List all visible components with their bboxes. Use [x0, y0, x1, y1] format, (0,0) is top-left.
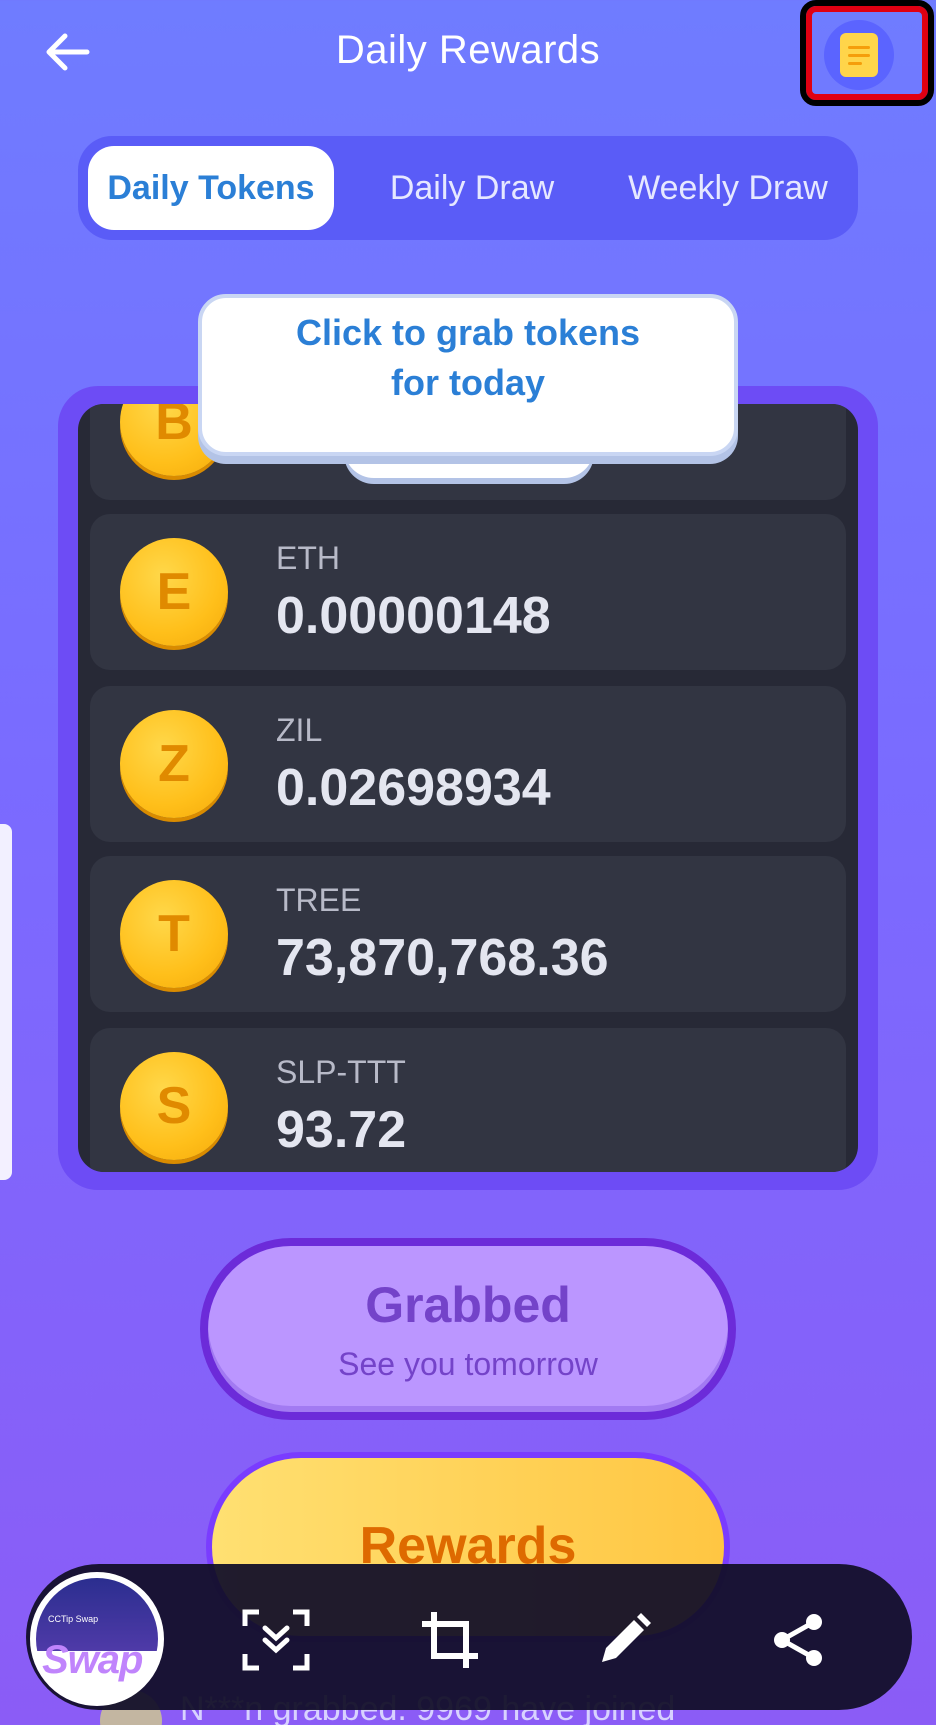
- grabbed-subtitle: See you tomorrow: [338, 1346, 598, 1382]
- token-amount: 0.02698934: [276, 759, 551, 817]
- tab-bar: Daily Tokens Daily Draw Weekly Draw: [78, 136, 858, 240]
- list-item: E ETH 0.00000148: [90, 514, 846, 670]
- page-title: Daily Rewards: [335, 28, 601, 72]
- list-item: T TREE 73,870,768.36: [90, 856, 846, 1012]
- token-amount: 93.72: [276, 1101, 407, 1159]
- thumbnail-caption: CCTip Swap: [48, 1614, 99, 1624]
- menu-button-highlight[interactable]: [800, 0, 934, 106]
- token-symbol: TREE: [276, 882, 362, 918]
- crop-icon: [422, 1612, 478, 1668]
- token-list[interactable]: B 0.0 E ETH 0.00000148 Z ZIL 0.02698934 …: [78, 404, 858, 1172]
- grabbed-title: Grabbed: [365, 1277, 571, 1333]
- token-symbol: SLP-TTT: [276, 1054, 406, 1090]
- list-item: S SLP-TTT 93.72: [90, 1028, 846, 1172]
- tab-weekly-draw[interactable]: Weekly Draw: [608, 146, 848, 230]
- tab-daily-tokens[interactable]: Daily Tokens: [88, 146, 334, 230]
- scroll-capture-icon: [242, 1609, 310, 1671]
- coin-icon: Z: [120, 710, 228, 818]
- scroll-capture-button[interactable]: [236, 1600, 316, 1680]
- grabbed-button[interactable]: Grabbed See you tomorrow: [200, 1238, 736, 1420]
- coin-icon: T: [120, 880, 228, 988]
- tooltip-text: Click to grab tokens for today: [198, 308, 738, 408]
- list-item: Z ZIL 0.02698934: [90, 686, 846, 842]
- coin-icon: S: [120, 1052, 228, 1160]
- token-amount: 0.00000148: [276, 587, 551, 645]
- crop-button[interactable]: [410, 1600, 490, 1680]
- token-list-panel: B 0.0 E ETH 0.00000148 Z ZIL 0.02698934 …: [58, 386, 878, 1190]
- tooltip-line-2: for today: [390, 362, 545, 403]
- share-button[interactable]: [758, 1600, 838, 1680]
- token-symbol: ZIL: [276, 712, 323, 748]
- token-symbol: ETH: [276, 540, 340, 576]
- screenshot-thumbnail[interactable]: CCTip Swap Swap: [30, 1572, 164, 1706]
- tab-daily-draw[interactable]: Daily Draw: [352, 146, 592, 230]
- tooltip-line-1: Click to grab tokens: [295, 312, 641, 353]
- thumbnail-logo: Swap: [42, 1638, 143, 1682]
- share-icon: [774, 1614, 822, 1666]
- edit-button[interactable]: [584, 1600, 664, 1680]
- document-list-icon: [840, 33, 878, 77]
- token-amount: 73,870,768.36: [276, 929, 609, 987]
- coin-icon: E: [120, 538, 228, 646]
- menu-button[interactable]: [824, 20, 894, 90]
- edit-pen-icon: [602, 1613, 651, 1662]
- side-panel-handle[interactable]: [0, 824, 12, 1180]
